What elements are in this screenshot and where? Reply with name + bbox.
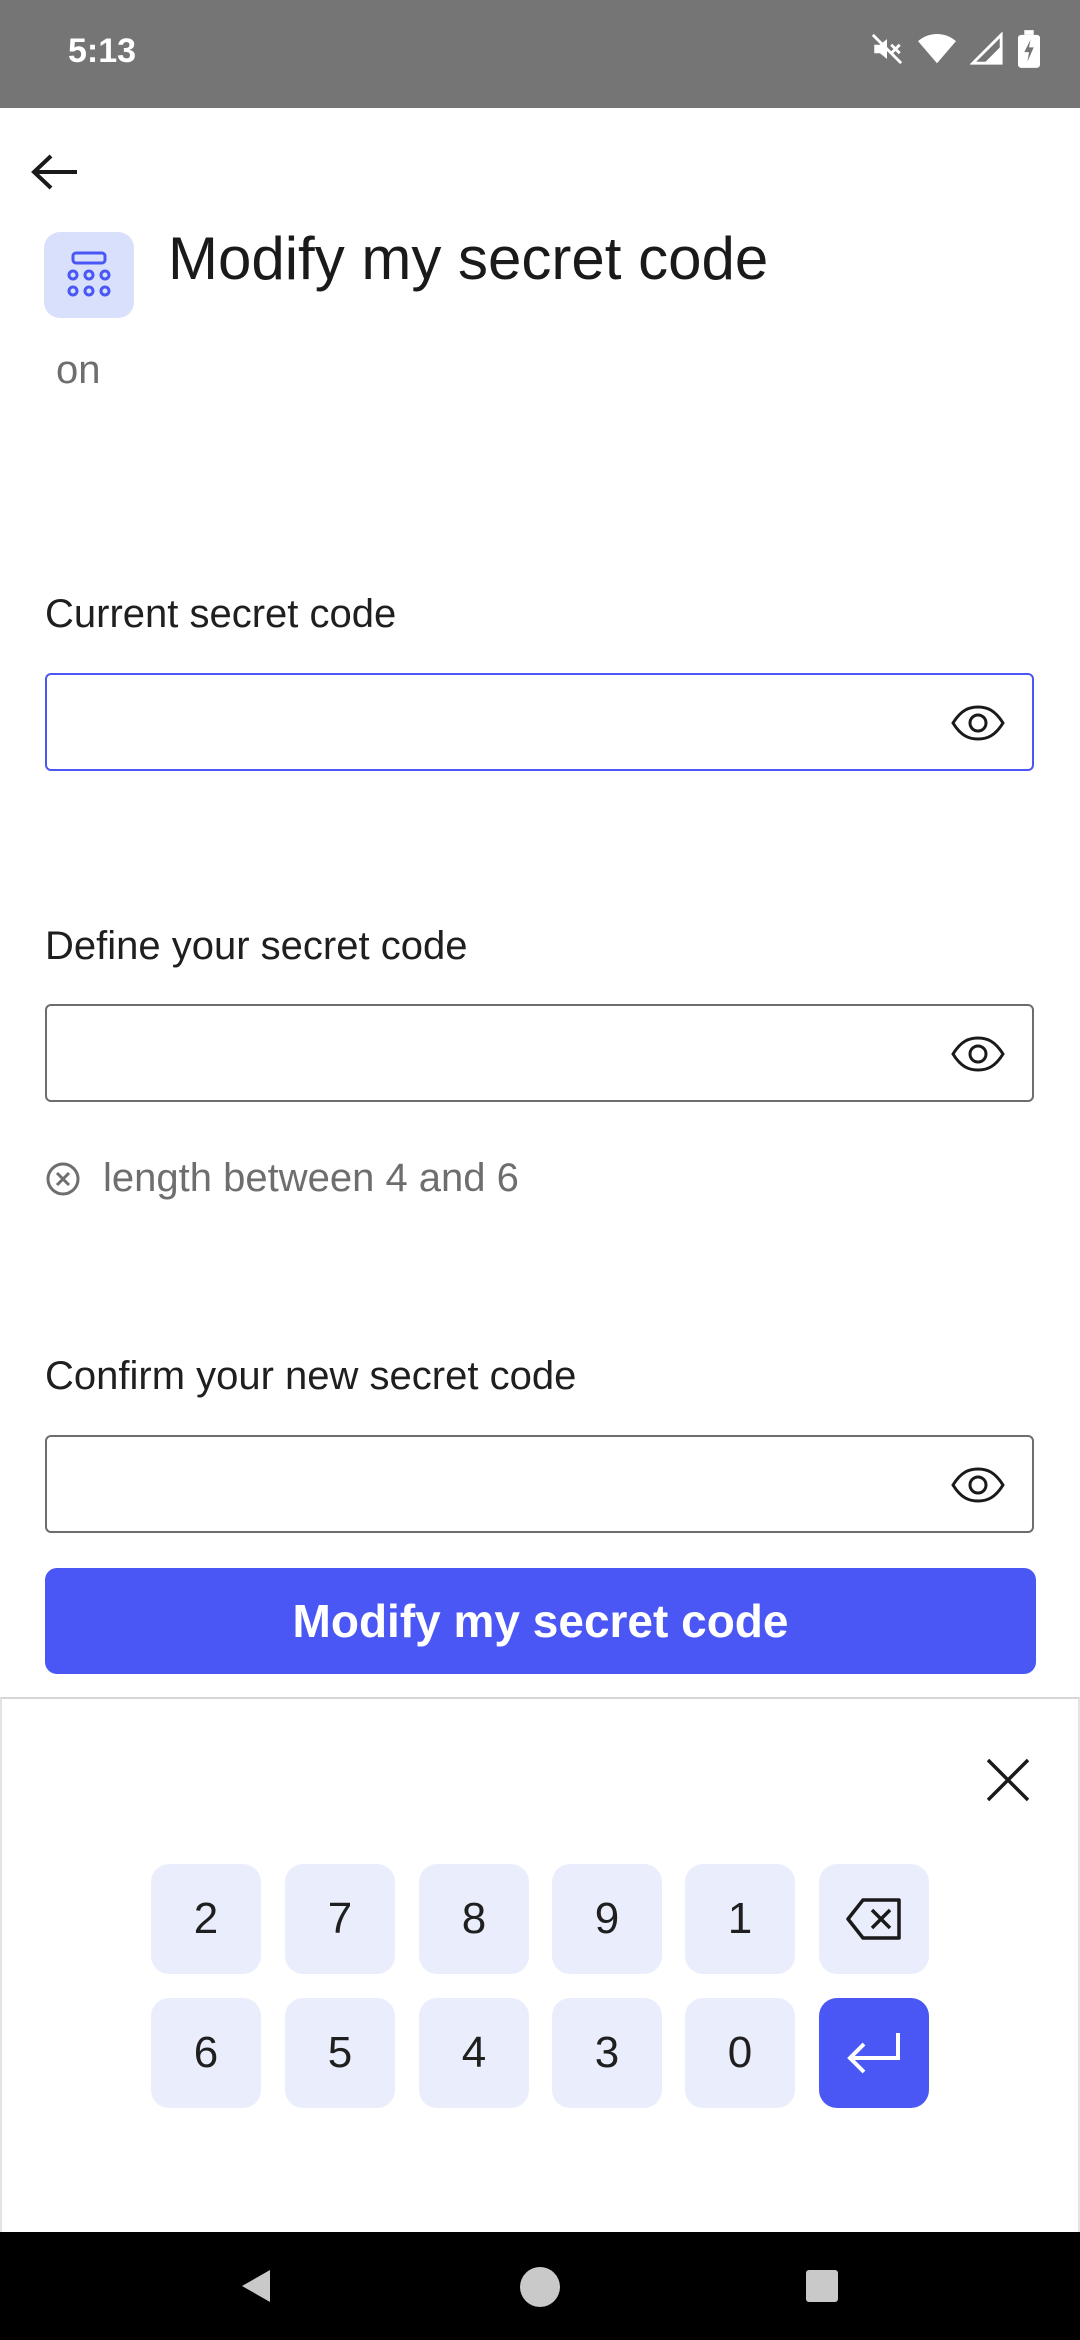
eye-icon [951, 1467, 1005, 1503]
confirm-code-input[interactable] [47, 1437, 907, 1531]
define-code-input[interactable] [47, 1006, 907, 1100]
status-icons [870, 30, 1040, 68]
key-6[interactable]: 6 [151, 1998, 261, 2108]
eye-icon [951, 1036, 1005, 1072]
length-hint-text: length between 4 and 6 [103, 1156, 519, 1200]
close-icon [986, 1758, 1030, 1802]
define-code-label: Define your secret code [45, 924, 468, 968]
define-code-field[interactable] [45, 1004, 1034, 1102]
key-9[interactable]: 9 [552, 1864, 662, 1974]
show-current-code-button[interactable] [950, 699, 1006, 747]
nav-home-icon[interactable] [519, 2266, 561, 2308]
page-subtitle: on [56, 348, 101, 392]
status-bar: 5:13 [0, 0, 1080, 108]
show-confirm-code-button[interactable] [950, 1461, 1006, 1509]
enter-key[interactable] [819, 1998, 929, 2108]
eye-icon [951, 705, 1005, 741]
status-time: 5:13 [68, 32, 137, 70]
confirm-code-field[interactable] [45, 1435, 1034, 1533]
keypad-icon [44, 232, 134, 318]
cross-circle-icon [46, 1162, 80, 1195]
key-8[interactable]: 8 [419, 1864, 529, 1974]
mute-icon [871, 33, 903, 65]
nav-recents-icon[interactable] [804, 2268, 840, 2304]
current-code-label: Current secret code [45, 592, 397, 636]
show-define-code-button[interactable] [950, 1030, 1006, 1078]
signal-icon [970, 32, 1003, 65]
length-hint: length between 4 and 6 [45, 1156, 519, 1201]
wifi-icon [918, 33, 956, 64]
nav-back-icon[interactable] [236, 2266, 276, 2306]
confirm-code-label: Confirm your new secret code [45, 1354, 577, 1398]
system-nav-bar [0, 2232, 1080, 2340]
page-title: Modify my secret code [168, 225, 769, 292]
modify-code-button[interactable]: Modify my secret code [45, 1568, 1036, 1674]
current-code-field[interactable] [45, 673, 1034, 771]
enter-icon [847, 2033, 900, 2074]
key-2[interactable]: 2 [151, 1864, 261, 1974]
key-0[interactable]: 0 [685, 1998, 795, 2108]
backspace-key[interactable] [819, 1864, 929, 1974]
back-button[interactable] [22, 140, 86, 204]
backspace-icon [846, 1898, 901, 1940]
arrow-left-icon [31, 154, 77, 190]
battery-icon [1018, 30, 1040, 68]
current-code-input[interactable] [47, 675, 907, 769]
key-4[interactable]: 4 [419, 1998, 529, 2108]
key-7[interactable]: 7 [285, 1864, 395, 1974]
key-3[interactable]: 3 [552, 1998, 662, 2108]
close-keypad-button[interactable] [980, 1752, 1036, 1808]
key-5[interactable]: 5 [285, 1998, 395, 2108]
key-1[interactable]: 1 [685, 1864, 795, 1974]
